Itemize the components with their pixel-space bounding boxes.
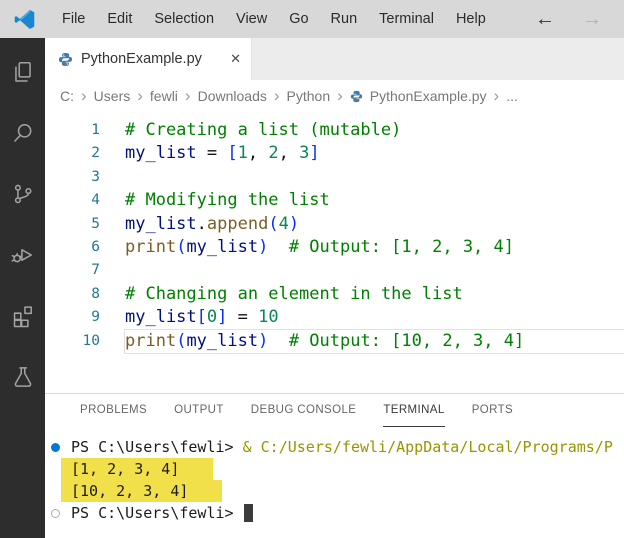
bottom-panel: PROBLEMS OUTPUT DEBUG CONSOLE TERMINAL PORTS… (45, 393, 624, 538)
terminal-cursor (243, 504, 253, 522)
code-text: # Changing an element in the list (125, 283, 463, 304)
activity-bar-item-run-and-debug[interactable] (0, 224, 45, 285)
line-number: 1 (91, 122, 100, 138)
line-number: 4 (91, 192, 100, 209)
explorer-icon (14, 61, 31, 82)
menu-item-file[interactable]: File (51, 11, 96, 27)
menu-item-edit[interactable]: Edit (96, 11, 143, 27)
activity-bar-item-source-control[interactable] (0, 163, 45, 224)
chevron-right-icon: › (137, 85, 143, 105)
activity-bar-item-search[interactable] (0, 102, 45, 163)
breadcrumb-item[interactable]: Python (287, 88, 331, 104)
terminal-line: [1, 2, 3, 4] (45, 458, 624, 480)
chevron-right-icon: › (81, 85, 87, 105)
menu-item-run[interactable]: Run (320, 11, 369, 27)
python-icon (350, 90, 363, 103)
line-number: 5 (91, 215, 100, 232)
panel-tabs: PROBLEMS OUTPUT DEBUG CONSOLE TERMINAL PORTS (45, 394, 624, 427)
breadcrumb-item[interactable]: C: (60, 88, 74, 104)
code-line[interactable]: 4 # Modifying the list (45, 189, 624, 212)
terminal-text: PS C:\Users\fewli> & C:/Users/fewli/AppD… (71, 438, 613, 456)
close-icon[interactable]: ✕ (230, 51, 241, 67)
nav-forward-icon: → (582, 8, 602, 30)
terminal-text: PS C:\Users\fewli> (71, 504, 243, 522)
panel-tab-terminal[interactable]: TERMINAL (383, 394, 445, 427)
search-icon (13, 123, 31, 142)
code-line[interactable]: 5 my_list.append(4) (45, 213, 624, 236)
extensions-icon (13, 305, 32, 327)
code-text: print(my_list) # Output: [10, 2, 3, 4] (124, 328, 624, 354)
code-line[interactable]: 8 # Changing an element in the list (45, 283, 624, 306)
nav-arrows: ← → (535, 9, 624, 29)
code-line[interactable]: 7 (45, 259, 624, 282)
line-number: 9 (91, 309, 100, 326)
code-editor[interactable]: 1 # Creating a list (mutable) 2 my_list = [… (45, 112, 624, 393)
python-icon (58, 52, 73, 67)
tab-bar: PythonExample.py ✕ (45, 38, 624, 80)
breadcrumb-item[interactable]: ... (506, 88, 518, 104)
terminal-text: [1, 2, 3, 4] (61, 458, 214, 480)
nav-back-icon[interactable]: ← (535, 9, 555, 29)
breadcrumb-item[interactable]: Downloads (198, 88, 267, 104)
circle-icon (45, 508, 65, 518)
chevron-right-icon: › (337, 85, 343, 105)
terminal-line: [10, 2, 3, 4] (45, 480, 624, 502)
code-text: my_list[0] = 10 (125, 307, 279, 328)
tab-label: PythonExample.py (81, 51, 202, 67)
activity-bar-item-explorer[interactable] (0, 41, 45, 102)
code-line[interactable]: 9 my_list[0] = 10 (45, 306, 624, 329)
breadcrumb: C: › Users › fewli › Downloads › Python › PythonEx… (45, 80, 624, 112)
code-text: # Creating a list (mutable) (125, 120, 402, 140)
line-number: 2 (91, 145, 100, 162)
line-number: 7 (91, 262, 100, 279)
menu-item-terminal[interactable]: Terminal (368, 11, 445, 27)
terminal-text: [10, 2, 3, 4] (61, 480, 223, 502)
terminal[interactable]: PS C:\Users\fewli> & C:/Users/fewli/AppD… (45, 427, 624, 538)
python-icon (350, 90, 362, 102)
code-line[interactable]: 6 print(my_list) # Output: [1, 2, 3, 4] (45, 236, 624, 259)
menu-item-view[interactable]: View (225, 11, 278, 27)
line-number: 6 (91, 238, 100, 255)
run-and-debug-icon (11, 248, 32, 262)
blue-dot-icon (45, 442, 65, 452)
editor-group: PythonExample.py ✕ C: › Users › fewli › Downlo… (45, 38, 624, 538)
code-text: my_list.append(4) (125, 213, 300, 234)
code-line[interactable]: 10 print(my_list) # Output: [10, 2, 3, 4] (45, 328, 624, 354)
panel-tab-problems[interactable]: PROBLEMS (80, 394, 147, 427)
panel-tab-output[interactable]: OUTPUT (174, 394, 224, 427)
line-number: 8 (91, 285, 100, 302)
terminal-line: PS C:\Users\fewli> (45, 502, 624, 524)
testing-icon (14, 366, 31, 387)
source-control-icon (14, 184, 31, 203)
activity-bar-item-testing[interactable] (0, 346, 45, 407)
line-number: 3 (91, 168, 100, 185)
code-line[interactable]: 1 # Creating a list (mutable) (45, 119, 624, 142)
menu-item-go[interactable]: Go (278, 11, 319, 27)
chevron-right-icon: › (493, 85, 500, 105)
menu-item-selection[interactable]: Selection (143, 11, 225, 27)
vscode-logo-icon (13, 8, 36, 31)
chevron-right-icon: › (184, 85, 191, 105)
activity-bar-item-extensions[interactable] (0, 285, 45, 346)
titlebar: File Edit Selection View Go Run Terminal Help ←… (0, 0, 624, 38)
terminal-line: PS C:\Users\fewli> & C:/Users/fewli/AppD… (45, 436, 624, 458)
tab-pythonexample[interactable]: PythonExample.py ✕ (45, 38, 252, 80)
line-number: 10 (82, 332, 100, 349)
menu-item-help[interactable]: Help (445, 11, 497, 27)
breadcrumb-item[interactable]: Users (94, 88, 131, 104)
chevron-right-icon: › (273, 85, 280, 105)
code-line[interactable]: 3 (45, 166, 624, 189)
menubar: File Edit Selection View Go Run Terminal Help (51, 11, 497, 27)
code-text: # Modifying the list (125, 190, 330, 211)
breadcrumb-item[interactable]: fewli (150, 88, 178, 104)
panel-tab-debug-console[interactable]: DEBUG CONSOLE (251, 394, 357, 427)
code-line[interactable]: 2 my_list = [1, 2, 3] (45, 142, 624, 165)
code-text: my_list = [1, 2, 3] (125, 143, 320, 164)
panel-tab-ports[interactable]: PORTS (472, 394, 513, 427)
activity-bar (0, 38, 45, 538)
breadcrumb-item[interactable]: PythonExample.py (370, 88, 487, 104)
code-text: print(my_list) # Output: [1, 2, 3, 4] (125, 236, 514, 257)
